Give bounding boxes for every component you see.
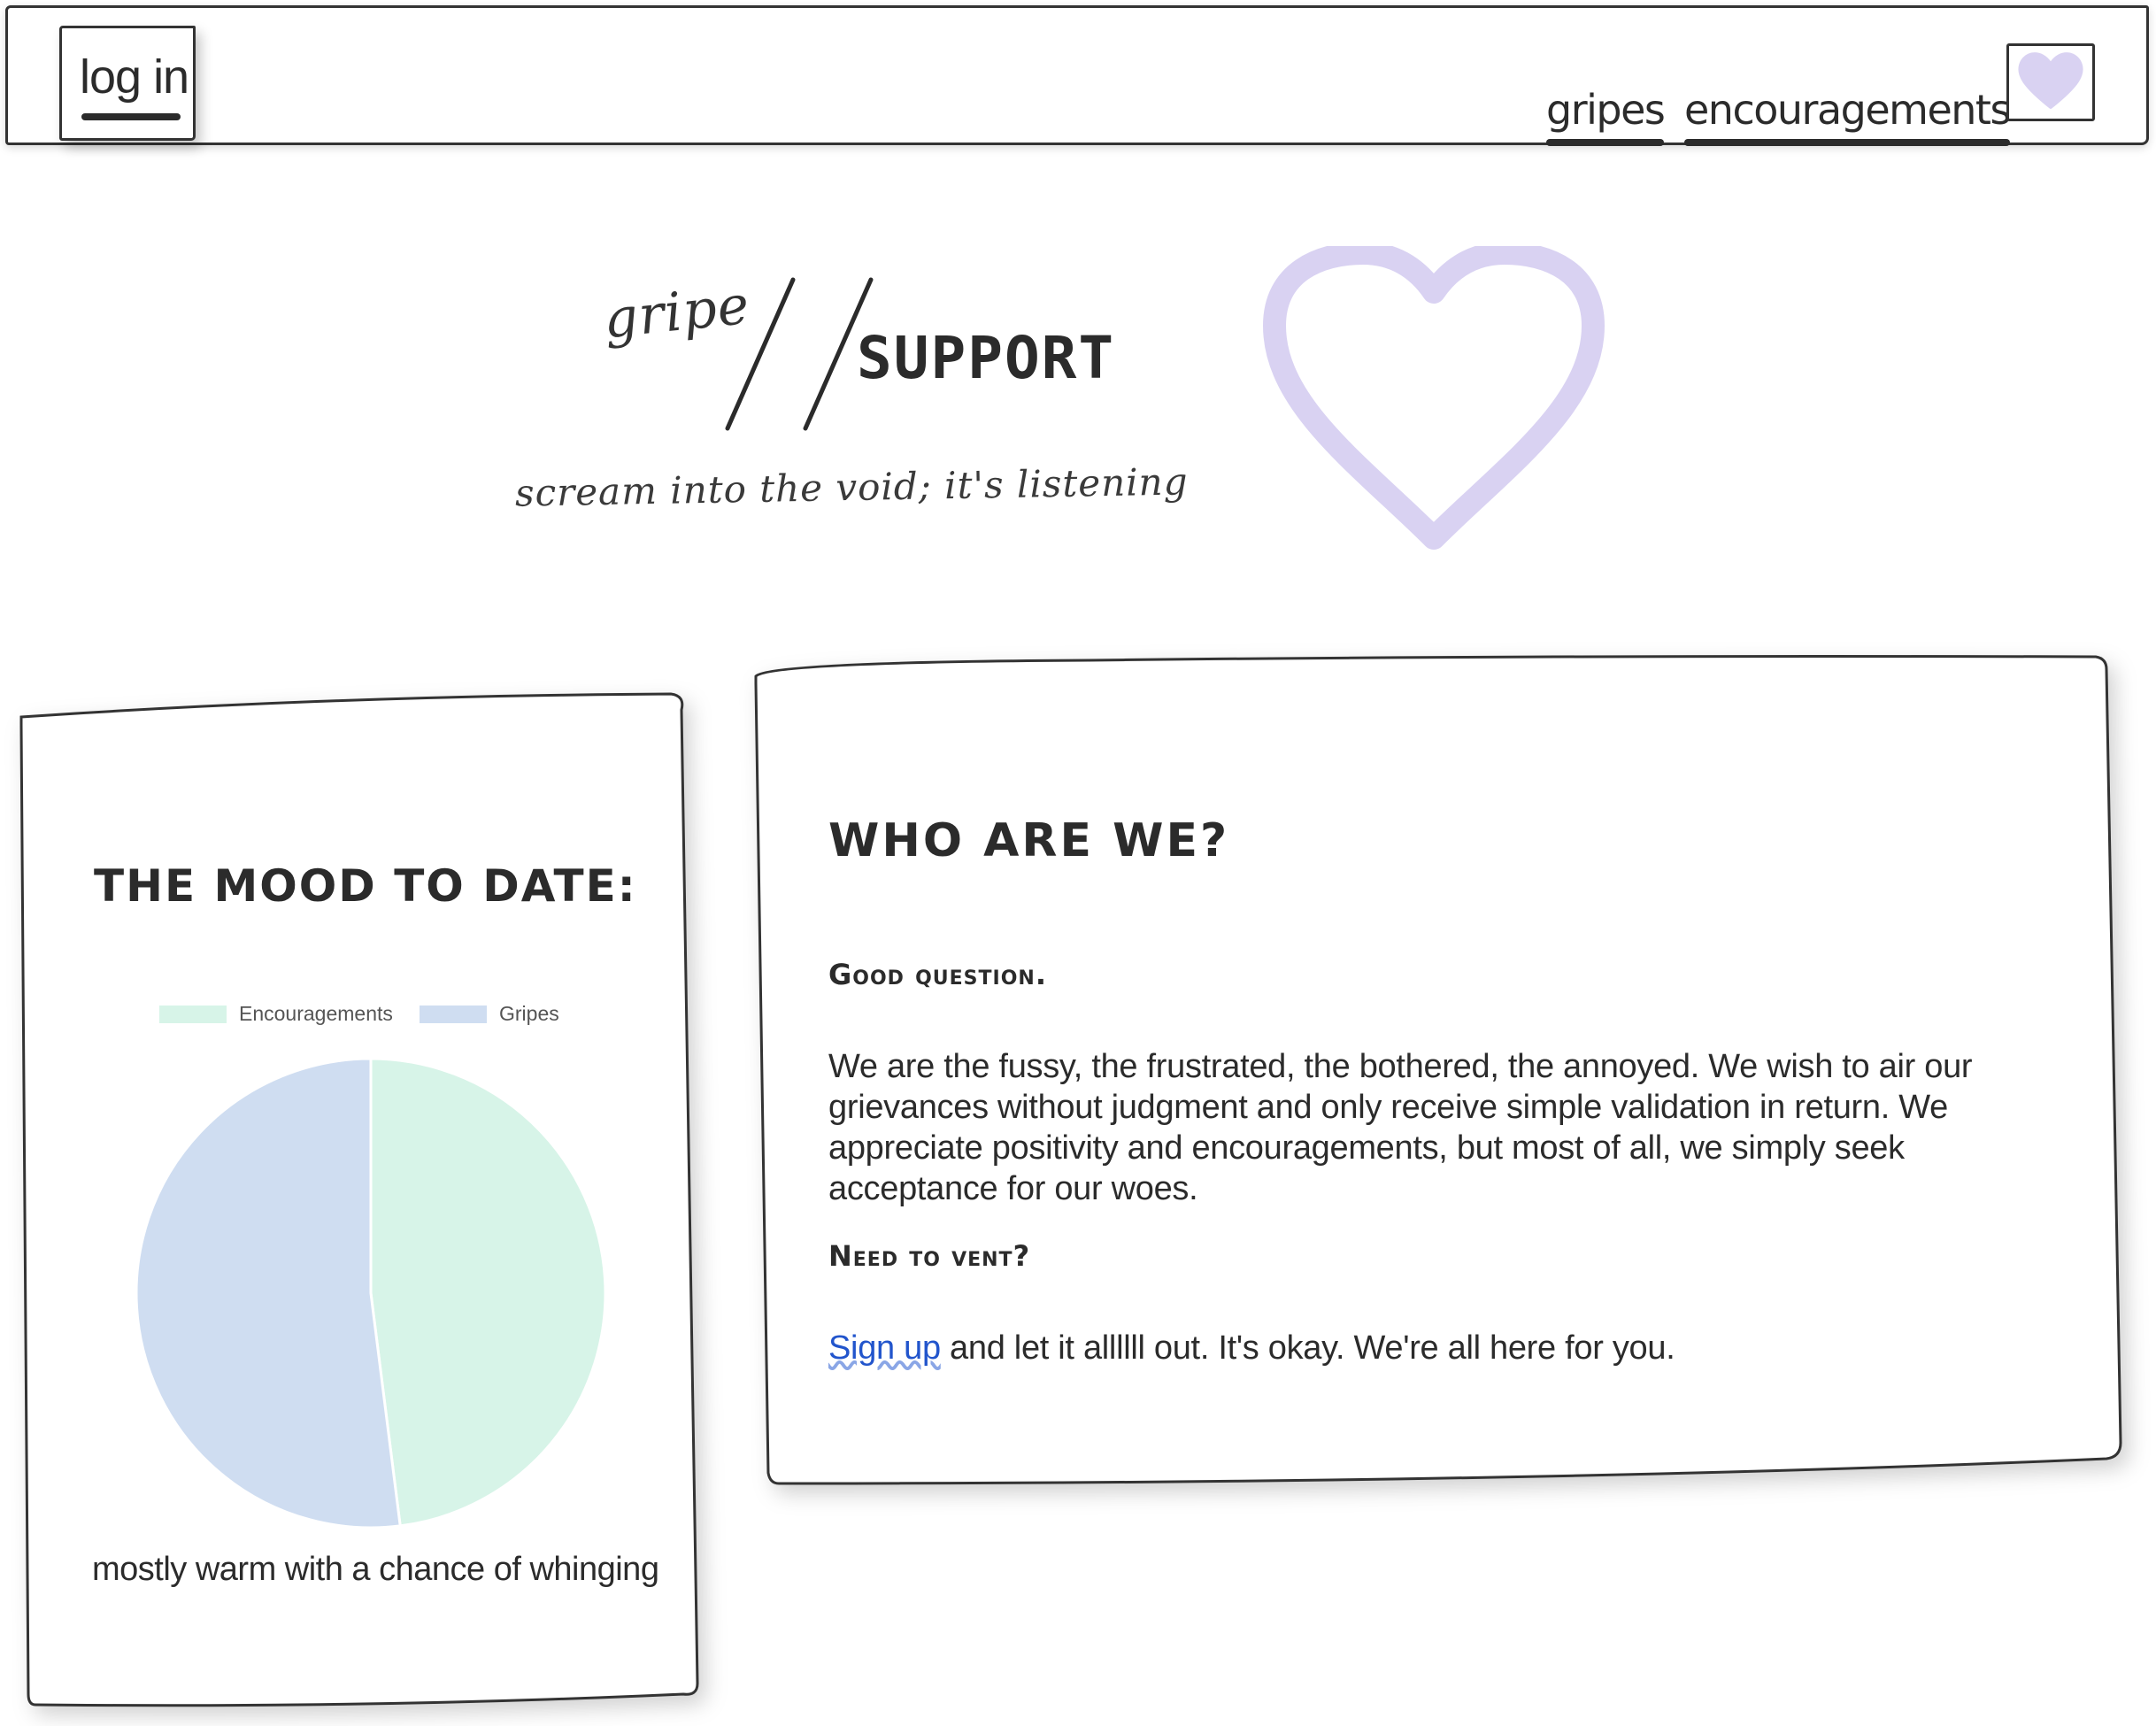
login-label: log in (80, 50, 189, 104)
about-card: WHO ARE WE? Good question. We are the fu… (752, 655, 2124, 1487)
top-nav: log in gripes encouragements (5, 5, 2149, 146)
mood-pie-chart (135, 1057, 607, 1530)
signup-link[interactable]: Sign up (828, 1329, 941, 1367)
about-subtitle-vent: Need to vent? (828, 1239, 1031, 1273)
about-cta: Sign up and let it allllll out. It's oka… (828, 1329, 1675, 1368)
nav-link-underline (1684, 139, 2010, 146)
nav-link-underline (1546, 139, 1665, 146)
heart-outline-icon (1263, 246, 1605, 550)
logo-support-text: SUPPORT (857, 324, 1116, 392)
pie-slice-gripes[interactable] (135, 1057, 402, 1530)
legend-label-encouragements: Encouragements (239, 1002, 393, 1025)
tagline: scream into the void; it's listening (514, 459, 1189, 515)
about-title: WHO ARE WE? (828, 814, 1230, 867)
nav-link-encouragements[interactable]: encouragements (1684, 86, 2011, 146)
legend-swatch-gripes (420, 1006, 487, 1023)
mood-caption: mostly warm with a chance of whinging (92, 1551, 659, 1588)
about-body: We are the fussy, the frustrated, the bo… (828, 1048, 1973, 1207)
login-underline (81, 113, 181, 120)
login-button[interactable]: log in (59, 26, 196, 141)
pie-slice-encouragements[interactable] (369, 1057, 607, 1528)
about-cta-text: and let it allllll out. It's okay. We're… (940, 1329, 1675, 1367)
page: log in gripes encouragements gripe SUPPO… (0, 0, 2156, 1726)
nav-link-gripes[interactable]: gripes (1546, 86, 1666, 146)
nav-link-gripes-label: gripes (1546, 86, 1666, 134)
legend-label-gripes: Gripes (499, 1002, 559, 1025)
nav-link-encouragements-label: encouragements (1684, 86, 2011, 134)
profile-avatar-button[interactable] (2006, 43, 2095, 121)
legend-swatch-encouragements (159, 1006, 227, 1023)
about-subtitle-question: Good question. (828, 958, 1047, 991)
mood-card: THE MOOD TO DATE: Encouragements Gripes … (18, 690, 701, 1708)
mood-title: THE MOOD TO DATE: (94, 860, 637, 912)
heart-icon (2018, 52, 2083, 109)
